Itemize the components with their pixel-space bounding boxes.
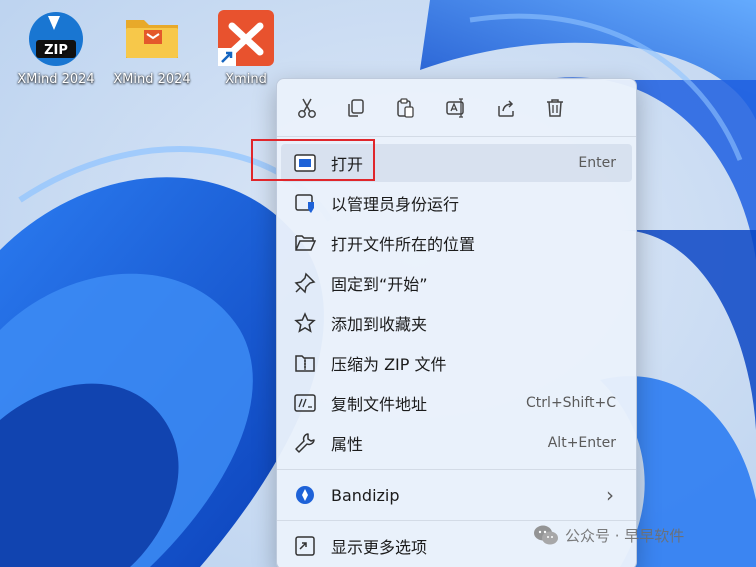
menu-item-label: 添加到收藏夹 [331,315,428,334]
trash-icon [547,99,563,117]
admin-shield-icon [293,191,317,215]
desktop-icon-xmind-shortcut[interactable]: Xmind [198,8,294,87]
copy-button[interactable] [343,95,369,121]
share-button[interactable] [493,95,519,121]
zip-folder-icon [293,351,317,375]
context-menu-toolbar [277,79,636,137]
desktop-icon-xmind-zip[interactable]: ZIP XMind 2024 [8,8,104,87]
menu-item-shortcut: Enter [578,155,616,171]
menu-item-shortcut: Ctrl+Shift+C [526,395,616,411]
menu-item-open-file-location[interactable]: 打开文件所在的位置 [281,224,632,262]
watermark: 公众号 · 早早软件 [533,524,684,546]
copy-path-icon [293,391,317,415]
folder-open-icon [293,231,317,255]
menu-item-label: 复制文件地址 [331,395,428,414]
menu-item-label: Bandizip [331,485,400,505]
desktop-icon-label: XMind 2024 [113,72,191,87]
watermark-text: 公众号 · 早早软件 [565,526,685,545]
highlight-annotation [251,139,375,181]
menu-item-run-as-admin[interactable]: 以管理员身份运行 [281,184,632,222]
svg-text:ZIP: ZIP [44,43,68,58]
more-options-icon [293,534,317,558]
cut-button[interactable] [294,95,320,121]
scissors-icon [298,98,316,118]
paste-button[interactable] [392,95,418,121]
menu-item-label: 属性 [331,435,364,454]
xmind-shortcut-icon [216,8,276,68]
pin-icon [293,271,317,295]
menu-item-properties[interactable]: 属性 Alt+Enter [281,424,632,462]
menu-item-add-to-favorites[interactable]: 添加到收藏夹 [281,304,632,342]
delete-button[interactable] [542,95,568,121]
copy-icon [348,99,364,117]
desktop-icon-xmind-folder[interactable]: XMind 2024 [104,8,200,87]
menu-separator [277,469,636,470]
paste-icon [397,98,414,118]
rename-button[interactable] [443,95,469,121]
menu-item-bandizip[interactable]: Bandizip › [281,476,632,514]
desktop-icon-label: XMind 2024 [17,72,95,87]
menu-item-label: 以管理员身份运行 [331,195,460,214]
folder-icon [122,8,182,68]
menu-separator [277,520,636,521]
zip-archive-icon: ZIP [26,8,86,68]
menu-item-label: 打开文件所在的位置 [331,235,476,254]
menu-item-label: 固定到“开始” [331,275,428,294]
share-icon [498,100,514,117]
submenu-arrow-icon: › [606,483,614,507]
wrench-icon [293,431,317,455]
menu-item-pin-to-start[interactable]: 固定到“开始” [281,264,632,302]
wechat-icon [534,525,558,545]
rename-icon [446,98,464,118]
star-icon [293,311,317,335]
menu-item-label: 压缩为 ZIP 文件 [331,355,447,374]
desktop: ZIP XMind 2024 XMind 2024 Xmind 打开 Enter… [0,0,756,567]
menu-item-compress-zip[interactable]: 压缩为 ZIP 文件 [281,344,632,382]
menu-item-copy-as-path[interactable]: 复制文件地址 Ctrl+Shift+C [281,384,632,422]
bandizip-icon [293,483,317,507]
menu-item-shortcut: Alt+Enter [547,435,616,451]
